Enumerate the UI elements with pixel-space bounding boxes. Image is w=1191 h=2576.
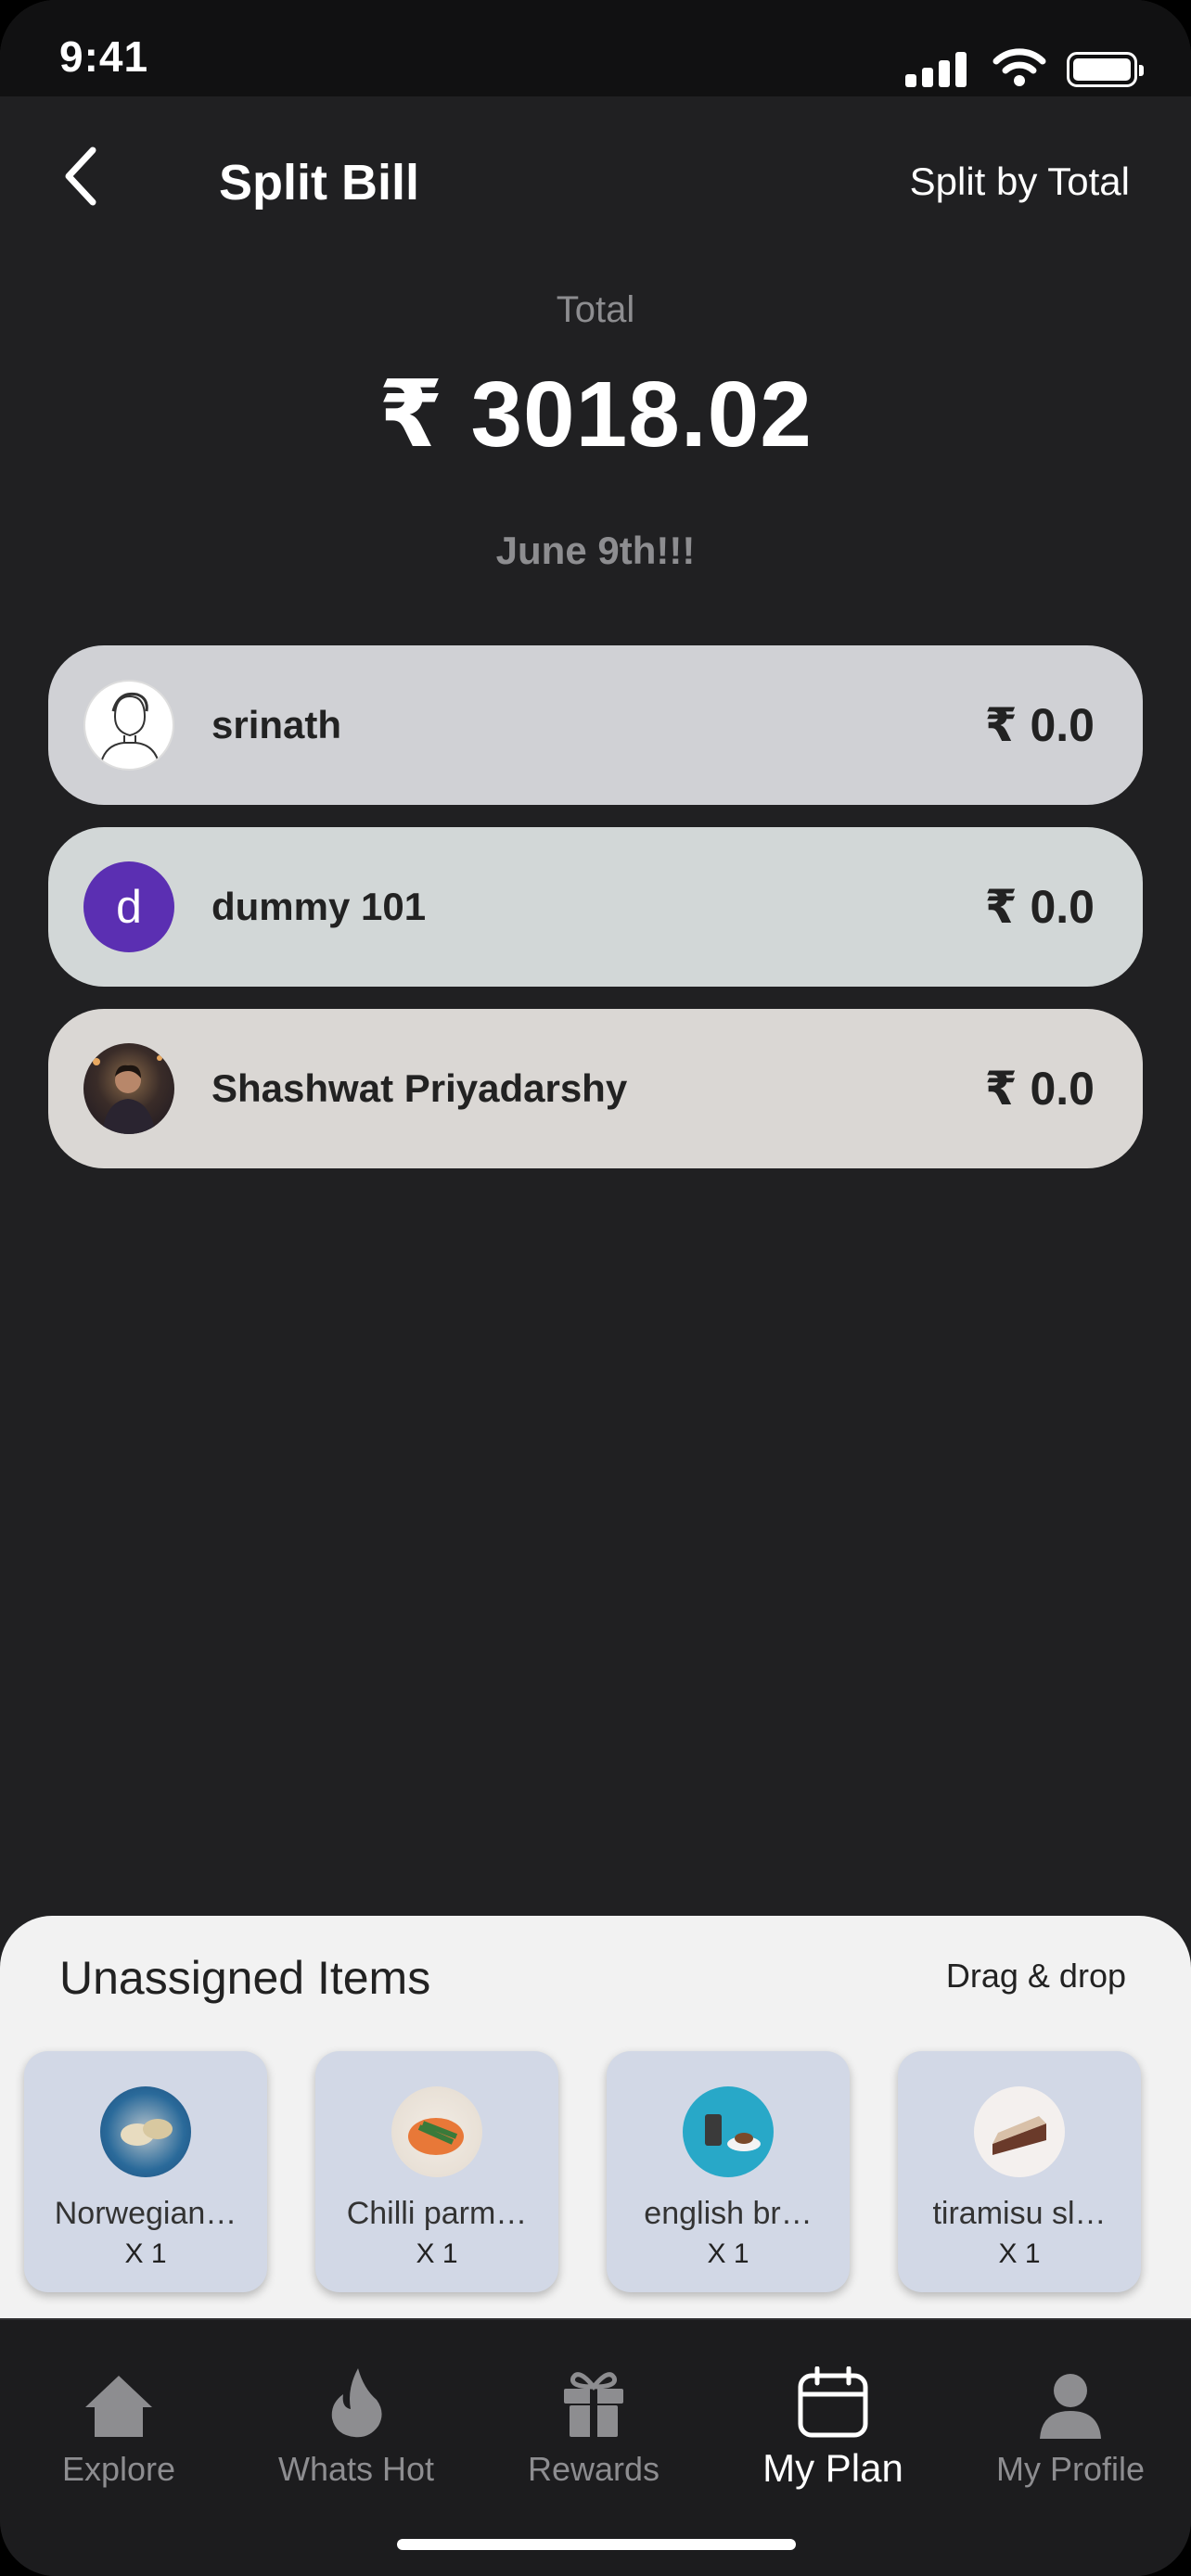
total-amount: ₹ 3018.02 [378,363,813,466]
battery-icon [1067,52,1144,87]
item-quantity: X 1 [124,2238,167,2269]
tab-my-plan[interactable]: My Plan [714,2363,952,2491]
item-card[interactable]: tiramisu sl… X 1 [898,2051,1141,2292]
person-name: Shashwat Priyadarshy [211,1066,628,1110]
food-image [974,2086,1065,2177]
person-row[interactable]: srinath ₹ 0.0 [48,645,1143,805]
item-name: tiramisu sl… [932,2196,1107,2231]
avatar [83,680,174,771]
event-name: June 9th!!! [495,529,696,572]
food-image [391,2086,482,2177]
avatar: d [83,861,174,952]
tab-whats-hot[interactable]: Whats Hot [237,2363,475,2489]
item-quantity: X 1 [416,2238,458,2269]
tab-bar: Explore Whats Hot Rewards My Plan My Pro… [0,2318,1191,2576]
person-name: dummy 101 [211,885,427,928]
item-name: Chilli parm… [346,2196,528,2231]
item-card[interactable]: english br… X 1 [607,2051,850,2292]
item-quantity: X 1 [707,2238,749,2269]
item-quantity: X 1 [998,2238,1041,2269]
unassigned-items-sheet: Unassigned Items Drag & drop Norwegian… … [0,1916,1191,2318]
person-icon [1040,2374,1101,2439]
page-title: Split Bill [219,155,419,210]
app-screen: 9:41 Split Bill Split by Total Total ₹ 3… [0,0,1191,2576]
food-image [100,2086,191,2177]
item-name: Norwegian… [54,2196,237,2231]
item-name: english br… [644,2196,813,2231]
home-icon [85,2376,152,2437]
avatar [83,1043,174,1134]
gift-icon [564,2372,623,2437]
drag-drop-hint: Drag & drop [945,1957,1126,1995]
item-card[interactable]: Chilli parm… X 1 [315,2051,558,2292]
person-row[interactable]: d dummy 101 ₹ 0.0 [48,827,1143,987]
status-icons [905,41,1144,87]
total-label: Total [556,289,635,330]
avatar-letter: d [116,881,142,933]
calendar-icon [798,2366,868,2438]
flame-icon [331,2368,382,2438]
tab-rewards[interactable]: Rewards [475,2363,712,2489]
back-button[interactable] [56,141,111,215]
person-amount: ₹ 0.0 [984,1063,1095,1115]
cellular-signal-icon [905,50,972,87]
person-row[interactable]: Shashwat Priyadarshy ₹ 0.0 [48,1009,1143,1168]
status-bar: 9:41 [0,0,1191,96]
food-image [683,2086,774,2177]
tab-label: My Profile [995,2450,1146,2488]
sketch-avatar-icon [99,692,160,767]
person-name: srinath [211,703,342,746]
wifi-icon [992,48,1046,86]
tab-label: My Plan [762,2446,903,2490]
tab-label: Whats Hot [277,2450,435,2488]
person-amount: ₹ 0.0 [984,699,1095,751]
chevron-left-icon [65,147,96,206]
person-amount: ₹ 0.0 [984,881,1095,933]
tab-my-profile[interactable]: My Profile [952,2363,1189,2489]
split-by-total-button[interactable]: Split by Total [910,159,1130,204]
photo-avatar-icon [93,1055,162,1134]
tab-label: Explore [61,2450,176,2488]
status-time: 9:41 [59,32,149,81]
home-indicator[interactable] [397,2539,796,2550]
tab-explore[interactable]: Explore [0,2363,237,2489]
tab-label: Rewards [527,2450,660,2488]
unassigned-items-title: Unassigned Items [59,1952,431,2004]
item-card[interactable]: Norwegian… X 1 [24,2051,267,2292]
